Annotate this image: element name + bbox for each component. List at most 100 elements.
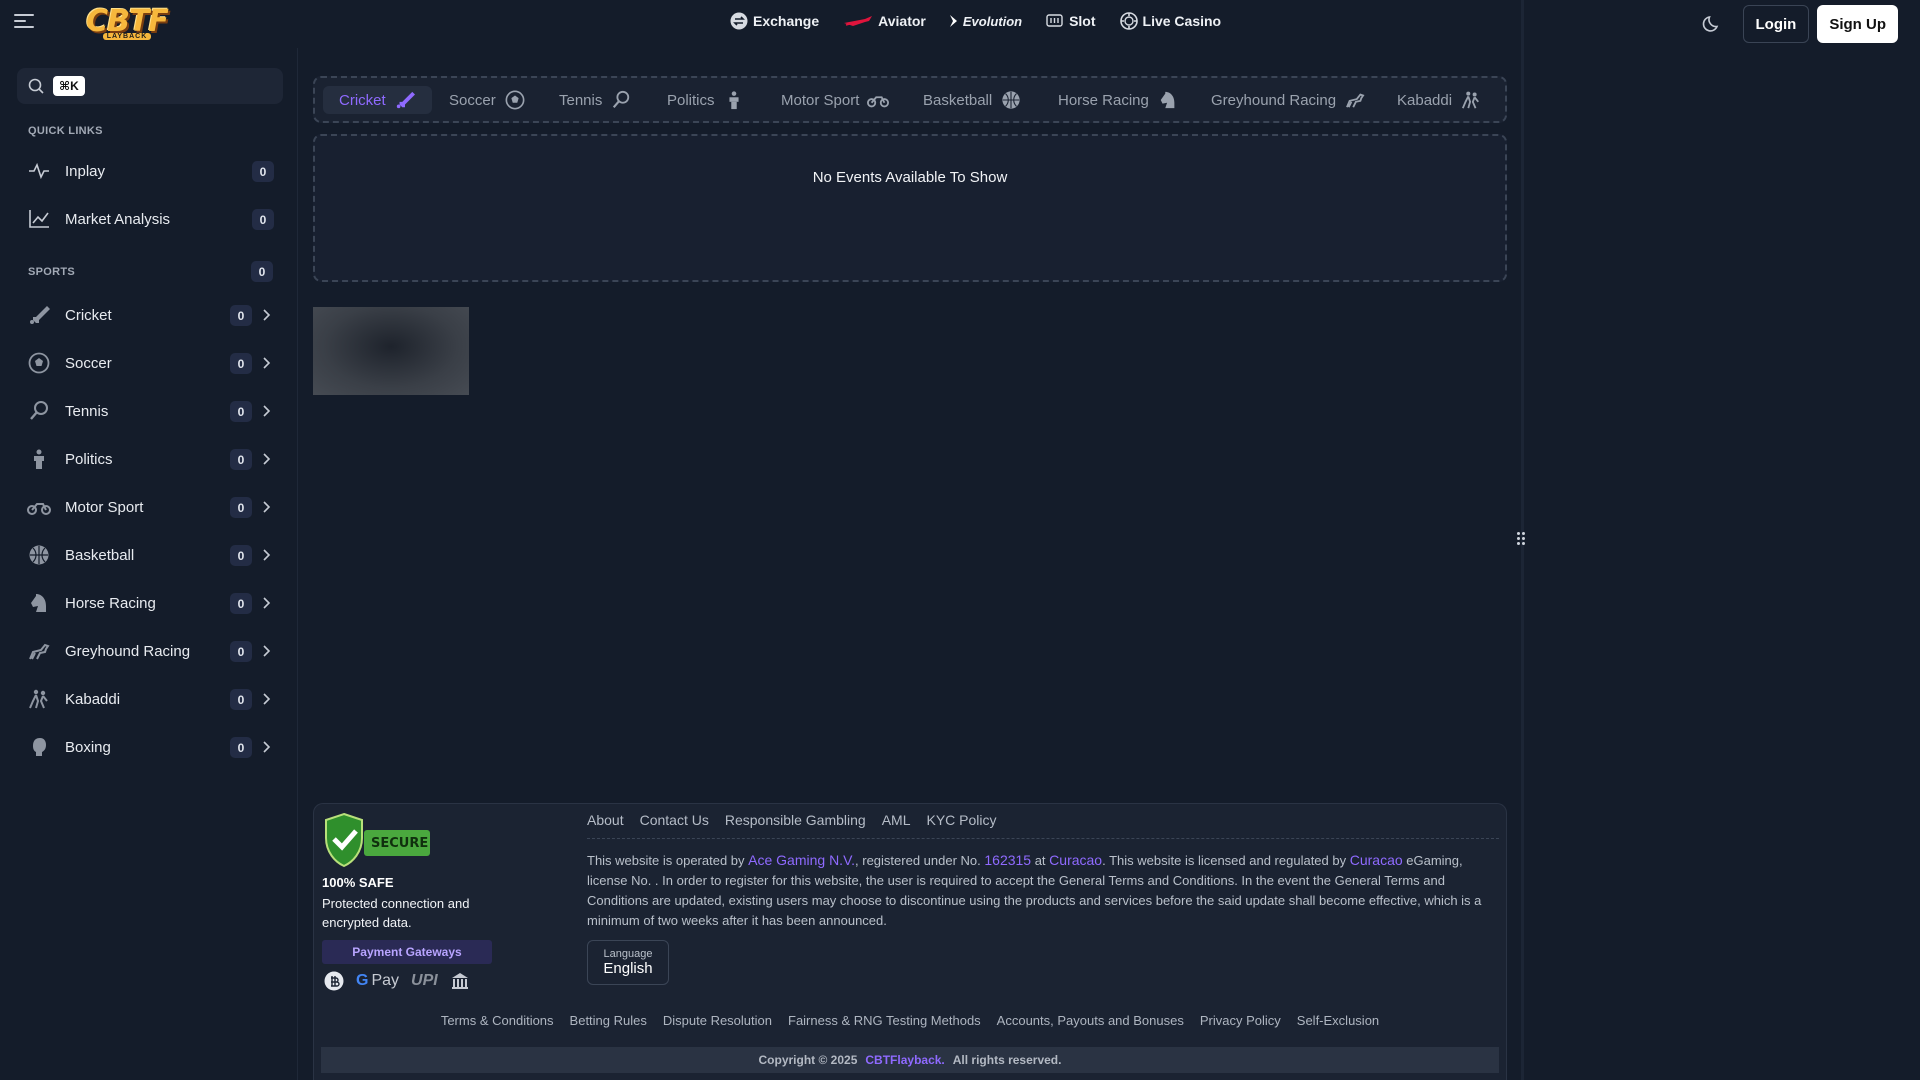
nav-live-casino[interactable]: Live Casino <box>1119 12 1222 30</box>
nav-live-casino-label: Live Casino <box>1142 13 1222 29</box>
politics-podium-icon <box>723 89 745 111</box>
top-bar: CBTF LAYBACK Exchange Aviator Evolution <box>0 0 1920 48</box>
kabaddi-players-icon <box>27 687 51 711</box>
safe-description: Protected connection and encrypted data. <box>322 896 470 930</box>
tab-label: Greyhound Racing <box>1211 91 1337 109</box>
aviator-plane-icon <box>843 12 873 30</box>
resize-handle-icon[interactable] <box>1517 532 1527 548</box>
login-button[interactable]: Login <box>1742 5 1810 43</box>
tab-label: Cricket <box>339 91 386 109</box>
logo[interactable]: CBTF LAYBACK <box>78 0 176 46</box>
count-badge: 0 <box>230 497 252 518</box>
payment-methods: G Pay UPI <box>324 971 470 991</box>
horse-head-icon <box>27 591 51 615</box>
sidebar-item-label: Cricket <box>65 306 112 324</box>
sidebar-item-kabaddi[interactable]: Kabaddi 0 <box>17 679 283 719</box>
legal-text-part: This website is operated by <box>587 853 749 868</box>
cricket-bat-icon <box>394 89 416 111</box>
link-betting-rules[interactable]: Betting Rules <box>570 1013 647 1028</box>
sidebar-item-cricket[interactable]: Cricket 0 <box>17 295 283 335</box>
tab-motor-sport[interactable]: Motor Sport <box>765 86 905 114</box>
link-dispute-resolution[interactable]: Dispute Resolution <box>663 1013 772 1028</box>
tab-kabaddi[interactable]: Kabaddi <box>1381 86 1498 114</box>
sidebar-item-horse-racing[interactable]: Horse Racing 0 <box>17 583 283 623</box>
link-terms[interactable]: Terms & Conditions <box>441 1013 554 1028</box>
sidebar-item-boxing[interactable]: Boxing 0 <box>17 727 283 767</box>
sidebar-item-greyhound-racing[interactable]: Greyhound Racing 0 <box>17 631 283 671</box>
sidebar-item-label: Market Analysis <box>65 210 171 228</box>
soccer-ball-icon <box>27 351 51 375</box>
footer-link-about[interactable]: About <box>587 812 624 828</box>
hamburger-menu-icon[interactable] <box>14 14 34 34</box>
nav-aviator[interactable]: Aviator <box>843 12 926 30</box>
language-selector[interactable]: Language English <box>587 940 669 985</box>
legal-text: This website is operated by Ace Gaming N… <box>587 850 1505 931</box>
footer-link-aml[interactable]: AML <box>882 812 911 828</box>
tab-greyhound-racing[interactable]: Greyhound Racing <box>1195 86 1382 114</box>
quick-links-label: QUICK LINKS <box>28 125 103 137</box>
footer-link-contact[interactable]: Contact Us <box>640 812 709 828</box>
tennis-racket-icon <box>610 89 632 111</box>
footer-link-kyc[interactable]: KYC Policy <box>927 812 997 828</box>
sidebar-item-inplay[interactable]: Inplay 0 <box>17 151 283 191</box>
cricket-bat-icon <box>27 303 51 327</box>
brand-link[interactable]: CBTFlayback. <box>865 1053 944 1067</box>
sidebar-item-label: Soccer <box>65 354 112 372</box>
copyright-text: Copyright © 2025 <box>758 1053 858 1067</box>
sidebar-item-basketball[interactable]: Basketball 0 <box>17 535 283 575</box>
language-label: Language <box>603 948 653 960</box>
chart-line-icon <box>27 207 51 231</box>
tab-horse-racing[interactable]: Horse Racing <box>1042 86 1195 114</box>
casino-chip-icon <box>1119 12 1138 30</box>
soccer-ball-icon <box>504 89 526 111</box>
gpay-icon: G Pay <box>356 972 400 989</box>
sidebar-item-market-analysis[interactable]: Market Analysis 0 <box>17 199 283 239</box>
secure-badge-text: SECURE <box>371 836 428 851</box>
registration-number[interactable]: 162315 <box>984 852 1031 868</box>
tab-soccer[interactable]: Soccer <box>433 86 542 114</box>
moon-icon[interactable] <box>1695 6 1729 42</box>
sidebar-item-soccer[interactable]: Soccer 0 <box>17 343 283 383</box>
nav-aviator-label: Aviator <box>878 13 926 29</box>
search-input[interactable] <box>92 78 283 94</box>
nav-exchange[interactable]: Exchange <box>730 12 819 30</box>
signup-button[interactable]: Sign Up <box>1817 5 1898 43</box>
nav-slot[interactable]: Slot <box>1046 12 1096 30</box>
count-badge: 0 <box>230 545 252 566</box>
basketball-icon <box>1000 89 1022 111</box>
sidebar-item-politics[interactable]: Politics 0 <box>17 439 283 479</box>
sport-tabs: Cricket Soccer Tennis Politics Motor Spo… <box>313 76 1507 123</box>
sidebar-item-motor-sport[interactable]: Motor Sport 0 <box>17 487 283 527</box>
search-bar[interactable]: ⌘K <box>17 68 283 104</box>
bank-icon <box>450 971 470 991</box>
kabaddi-players-icon <box>1460 89 1482 111</box>
tab-tennis[interactable]: Tennis <box>543 86 648 114</box>
chevron-right-icon <box>263 501 271 513</box>
events-panel: No Events Available To Show <box>313 134 1507 282</box>
link-fairness-rng[interactable]: Fairness & RNG Testing Methods <box>788 1013 981 1028</box>
greyhound-icon <box>27 639 51 663</box>
sidebar-item-label: Basketball <box>65 546 135 564</box>
footer-link-responsible-gambling[interactable]: Responsible Gambling <box>725 812 866 828</box>
logo-subtext: LAYBACK <box>102 32 152 40</box>
link-accounts-payouts[interactable]: Accounts, Payouts and Bonuses <box>997 1013 1184 1028</box>
tab-basketball[interactable]: Basketball <box>907 86 1038 114</box>
chevron-right-icon <box>263 645 271 657</box>
tab-politics[interactable]: Politics <box>651 86 761 114</box>
chevron-right-icon <box>263 309 271 321</box>
link-self-exclusion[interactable]: Self-Exclusion <box>1297 1013 1379 1028</box>
tab-label: Basketball <box>923 91 993 109</box>
tab-cricket[interactable]: Cricket <box>323 86 432 114</box>
link-privacy-policy[interactable]: Privacy Policy <box>1200 1013 1281 1028</box>
regulator-link[interactable]: Curacao <box>1350 852 1403 868</box>
sidebar-item-tennis[interactable]: Tennis 0 <box>17 391 283 431</box>
auth-area: Login Sign Up <box>1695 5 1898 43</box>
tab-label: Motor Sport <box>781 91 860 109</box>
nav-evolution[interactable]: Evolution <box>949 12 1022 30</box>
secure-shield-icon: SECURE <box>325 812 430 868</box>
company-link[interactable]: Ace Gaming N.V. <box>748 852 855 868</box>
chevron-right-icon <box>263 405 271 417</box>
banner-image-placeholder <box>313 307 469 395</box>
location-link[interactable]: Curacao <box>1049 852 1102 868</box>
nav-exchange-label: Exchange <box>753 13 820 29</box>
